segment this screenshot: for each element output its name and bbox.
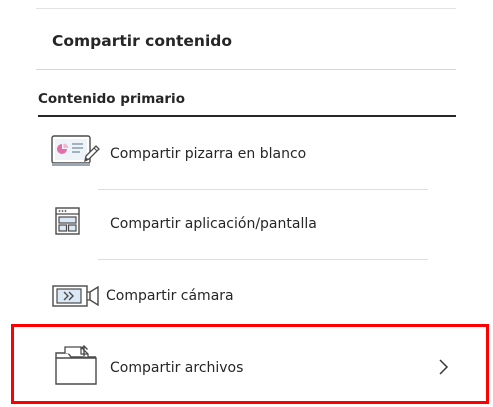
share-camera-item[interactable]: Compartir cámara — [38, 260, 456, 332]
title-divider — [36, 69, 456, 70]
share-whiteboard-item[interactable]: Compartir pizarra en blanco — [38, 120, 456, 190]
file-folder-icon — [54, 344, 100, 392]
share-application-screen-label: Compartir aplicación/pantalla — [110, 216, 317, 232]
panel-title: Compartir contenido — [52, 32, 233, 50]
share-files-label: Compartir archivos — [110, 360, 244, 376]
share-camera-label: Compartir cámara — [106, 288, 234, 304]
whiteboard-pencil-icon — [50, 134, 100, 180]
top-divider — [36, 8, 456, 9]
share-files-item[interactable]: Compartir archivos — [38, 332, 456, 402]
share-application-screen-item[interactable]: Compartir aplicación/pantalla — [38, 190, 456, 260]
section-heading-primary-content: Contenido primario — [38, 91, 185, 107]
camera-icon — [52, 284, 100, 312]
share-whiteboard-label: Compartir pizarra en blanco — [110, 146, 307, 162]
application-window-icon — [55, 207, 81, 241]
chevron-right-icon[interactable] — [438, 358, 450, 380]
item-divider — [52, 401, 416, 402]
section-rule — [38, 115, 456, 117]
